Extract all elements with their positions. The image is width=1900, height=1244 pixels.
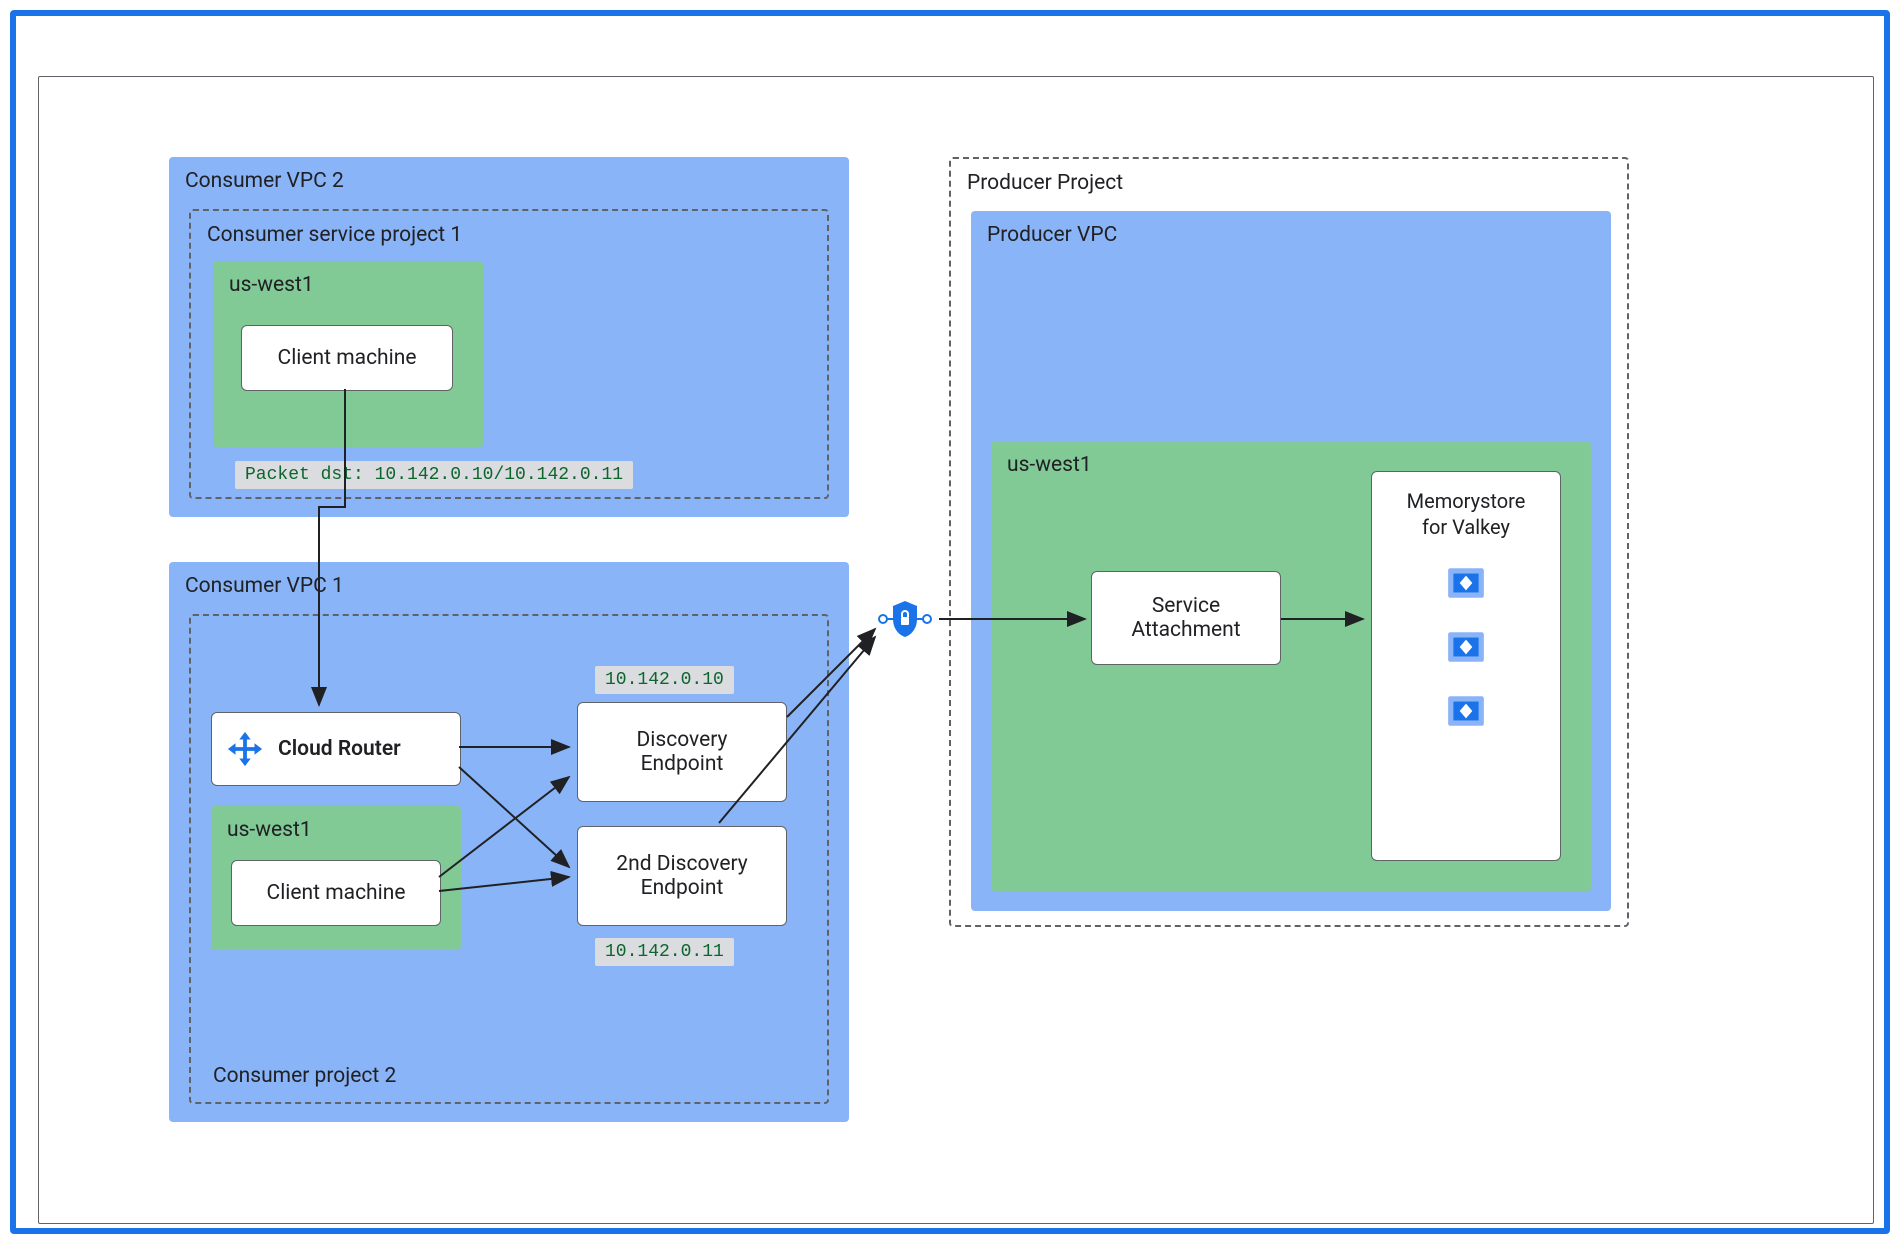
producer-project-title: Producer Project — [951, 159, 1627, 203]
consumer-project-2-title: Consumer project 2 — [197, 1052, 412, 1096]
outer-frame: GoogleCloud Consumer VPC 2 Consumer serv… — [10, 10, 1890, 1234]
endpoint1-ip-tag: 10.142.0.10 — [595, 666, 734, 694]
consumer-project-2: Cloud Router us-west1 Client machine 10.… — [189, 614, 829, 1104]
memorystore-content: Memorystore for Valkey — [1397, 472, 1536, 754]
memorystore-node-icon-1 — [1445, 562, 1487, 604]
discovery-endpoint-1: Discovery Endpoint — [577, 702, 787, 802]
discovery-endpoint-2: 2nd Discovery Endpoint — [577, 826, 787, 926]
region-us-west1-a: us-west1 Client machine — [213, 261, 483, 447]
client-machine-2: Client machine — [231, 860, 441, 926]
cloud-router: Cloud Router — [211, 712, 461, 786]
memorystore-node-icon-2 — [1445, 626, 1487, 668]
brand-cloud: Cloud — [135, 34, 206, 67]
producer-vpc: Producer VPC us-west1 Service Attachment… — [971, 211, 1611, 911]
cloud-router-label: Cloud Router — [278, 737, 401, 761]
client-machine-1-label: Client machine — [278, 346, 417, 370]
brand-logo: GoogleCloud — [44, 34, 206, 67]
packet-dst-tag: Packet dst: 10.142.0.10/10.142.0.11 — [235, 461, 633, 489]
diagram-canvas: Consumer VPC 2 Consumer service project … — [38, 76, 1874, 1224]
consumer-vpc-2: Consumer VPC 2 Consumer service project … — [169, 157, 849, 517]
consumer-vpc-2-title: Consumer VPC 2 — [169, 157, 849, 201]
memorystore-title: Memorystore for Valkey — [1407, 488, 1526, 540]
cloud-router-icon — [226, 730, 264, 768]
producer-project: Producer Project Producer VPC us-west1 S… — [949, 157, 1629, 927]
region-us-west1-a-label: us-west1 — [213, 261, 483, 305]
brand-google: Google — [44, 34, 133, 67]
region-us-west1-b-label: us-west1 — [211, 806, 461, 850]
consumer-service-project-1-title: Consumer service project 1 — [191, 211, 827, 255]
region-us-west1-c: us-west1 Service Attachment Memorystore … — [991, 441, 1591, 891]
service-attachment-label: Service Attachment — [1131, 594, 1240, 642]
consumer-vpc-1: Consumer VPC 1 Cloud Router us-west1 Cli… — [169, 562, 849, 1122]
client-machine-2-label: Client machine — [267, 881, 406, 905]
producer-vpc-title: Producer VPC — [971, 211, 1611, 255]
endpoint2-ip-tag: 10.142.0.11 — [595, 938, 734, 966]
discovery-endpoint-1-label: Discovery Endpoint — [637, 728, 728, 776]
consumer-vpc-1-title: Consumer VPC 1 — [169, 562, 849, 606]
memorystore-node-icon-3 — [1445, 690, 1487, 732]
service-attachment: Service Attachment — [1091, 571, 1281, 665]
consumer-service-project-1: Consumer service project 1 us-west1 Clie… — [189, 209, 829, 499]
region-us-west1-b: us-west1 Client machine — [211, 806, 461, 950]
discovery-endpoint-2-label: 2nd Discovery Endpoint — [616, 852, 747, 900]
private-service-connect-icon — [877, 591, 933, 647]
memorystore-box: Memorystore for Valkey — [1371, 471, 1561, 861]
client-machine-1: Client machine — [241, 325, 453, 391]
